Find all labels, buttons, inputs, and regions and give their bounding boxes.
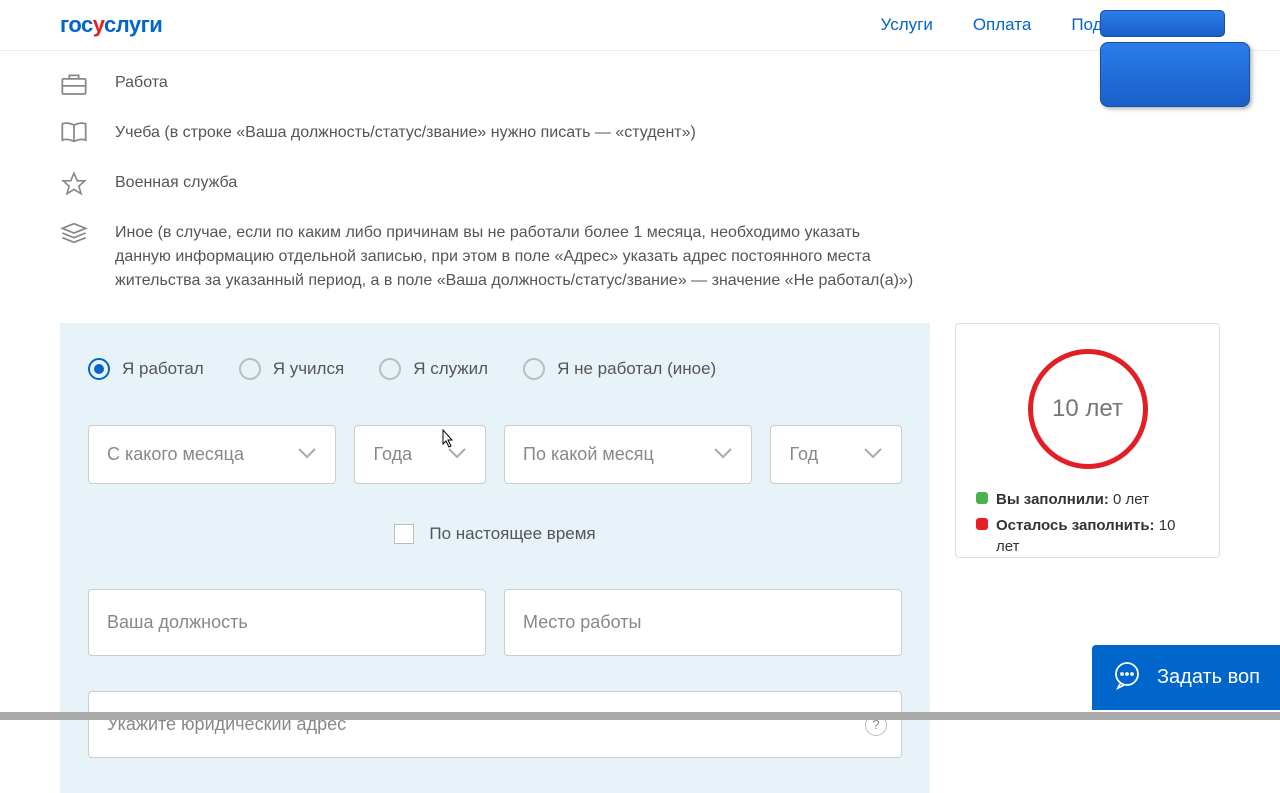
nav-services[interactable]: Услуги (881, 15, 933, 35)
bottom-bar (0, 712, 1280, 720)
dot-green-icon (976, 492, 988, 504)
radio-label: Я служил (413, 359, 488, 379)
logo[interactable]: госуслуги (60, 12, 162, 38)
position-row: Ваша должность Место работы (88, 589, 902, 656)
info-work-text: Работа (115, 71, 168, 95)
main-area: Я работал Я учился Я служил Я не работал… (60, 323, 1220, 793)
chevron-down-icon (713, 446, 733, 464)
chat-icon (1112, 660, 1142, 695)
legend-remaining: Осталось заполнить: 10 лет (976, 515, 1199, 557)
from-month-select[interactable]: С какого месяца (88, 425, 336, 484)
info-other: Иное (в случае, если по каким либо причи… (60, 221, 1220, 293)
radio-icon (239, 358, 261, 380)
from-year-select[interactable]: Года (354, 425, 486, 484)
account-btn-2[interactable] (1100, 42, 1250, 107)
progress-legend: Вы заполнили: 0 лет Осталось заполнить: … (976, 489, 1199, 557)
nav-payment[interactable]: Оплата (973, 15, 1031, 35)
checkbox-label: По настоящее время (429, 524, 595, 544)
info-study: Учеба (в строке «Ваша должность/статус/з… (60, 121, 1220, 146)
form-panel: Я работал Я учился Я служил Я не работал… (60, 323, 930, 793)
ask-question-button[interactable]: Задать воп (1092, 645, 1280, 710)
ask-button-text: Задать воп (1157, 666, 1260, 689)
dropdown-placeholder: По какой месяц (523, 444, 654, 465)
present-time-row: По настоящее время (88, 524, 902, 544)
dropdown-placeholder: Года (373, 444, 412, 465)
progress-panel: 10 лет Вы заполнили: 0 лет Осталось запо… (955, 323, 1220, 558)
radio-icon (523, 358, 545, 380)
address-row: Укажите юридический адрес ? (88, 691, 902, 758)
radio-served[interactable]: Я служил (379, 358, 488, 380)
book-icon (60, 121, 90, 146)
info-list: Работа Учеба (в строке «Ваша должность/с… (60, 71, 1220, 293)
content: Работа Учеба (в строке «Ваша должность/с… (0, 51, 1280, 793)
info-military-text: Военная служба (115, 171, 237, 195)
dropdown-placeholder: Год (789, 444, 818, 465)
star-icon (60, 171, 90, 196)
radio-label: Я не работал (иное) (557, 359, 716, 379)
date-range-row: С какого месяца Года По какой месяц Год (88, 425, 902, 484)
dot-red-icon (976, 518, 988, 530)
to-year-select[interactable]: Год (770, 425, 902, 484)
workplace-input[interactable]: Место работы (504, 589, 902, 656)
dropdown-placeholder: С какого месяца (107, 444, 244, 465)
layers-icon (60, 221, 90, 246)
radio-icon (379, 358, 401, 380)
radio-label: Я работал (122, 359, 204, 379)
radio-icon (88, 358, 110, 380)
radio-group: Я работал Я учился Я служил Я не работал… (88, 358, 902, 380)
info-study-text: Учеба (в строке «Ваша должность/статус/з… (115, 121, 696, 145)
present-checkbox[interactable] (394, 524, 414, 544)
position-input[interactable]: Ваша должность (88, 589, 486, 656)
address-input[interactable]: Укажите юридический адрес (88, 691, 902, 758)
progress-text: 10 лет (1052, 395, 1123, 423)
briefcase-icon (60, 71, 90, 96)
chevron-down-icon (447, 446, 467, 464)
account-buttons (1100, 10, 1250, 107)
info-military: Военная служба (60, 171, 1220, 196)
chevron-down-icon (863, 446, 883, 464)
radio-label: Я учился (273, 359, 344, 379)
account-btn-1[interactable] (1100, 10, 1225, 37)
progress-circle: 10 лет (1028, 349, 1148, 469)
to-month-select[interactable]: По какой месяц (504, 425, 752, 484)
info-other-text: Иное (в случае, если по каким либо причи… (115, 221, 915, 293)
radio-studied[interactable]: Я учился (239, 358, 344, 380)
info-work: Работа (60, 71, 1220, 96)
radio-none[interactable]: Я не работал (иное) (523, 358, 716, 380)
header: госуслуги Услуги Оплата Поддержка (0, 0, 1280, 51)
legend-filled: Вы заполнили: 0 лет (976, 489, 1199, 510)
chevron-down-icon (297, 446, 317, 464)
progress-circle-wrap: 10 лет (976, 349, 1199, 469)
radio-worked[interactable]: Я работал (88, 358, 204, 380)
